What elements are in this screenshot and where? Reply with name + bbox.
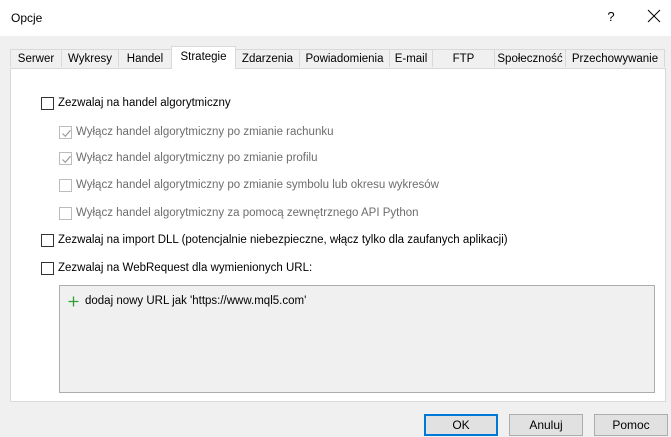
webrequest-label: Zezwalaj na WebRequest dla wymienionych … — [58, 262, 313, 274]
disable-on-profile-option: Wyłącz handel algorytmiczny po zmianie p… — [59, 150, 318, 166]
disable-on-account-option: Wyłącz handel algorytmiczny po zmianie r… — [59, 124, 334, 140]
webrequest-option[interactable]: Zezwalaj na WebRequest dla wymienionych … — [41, 260, 312, 276]
checkmark-icon — [62, 129, 71, 137]
tab-wykresy[interactable]: Wykresy — [61, 49, 119, 67]
cancel-button[interactable]: Anuluj — [509, 414, 583, 436]
tab-powiadomienia[interactable]: Powiadomienia — [299, 49, 390, 67]
add-url-item[interactable]: dodaj nowy URL jak 'https://www.mql5.com… — [68, 295, 306, 307]
dll-import-label: Zezwalaj na import DLL (potencjalnie nie… — [58, 234, 508, 246]
dll-import-checkbox[interactable] — [41, 233, 54, 247]
tab-przechowywanie[interactable]: Przechowywanie — [565, 49, 665, 67]
window-title: Opcje — [11, 11, 43, 25]
algo-trading-label: Zezwalaj na handel algorytmiczny — [58, 97, 231, 109]
algo-trading-option[interactable]: Zezwalaj na handel algorytmiczny — [41, 95, 231, 111]
disable-on-symbol-option: Wyłącz handel algorytmiczny po zmianie s… — [59, 177, 439, 193]
tab-zdarzenia[interactable]: Zdarzenia — [235, 49, 300, 67]
title-bar: Opcje ? — [0, 0, 671, 36]
tab-handel[interactable]: Handel — [118, 49, 172, 67]
dll-import-option[interactable]: Zezwalaj na import DLL (potencjalnie nie… — [41, 232, 508, 248]
url-list[interactable]: dodaj nowy URL jak 'https://www.mql5.com… — [59, 285, 655, 393]
strategies-panel: Zezwalaj na handel algorytmiczny Wyłącz … — [10, 68, 666, 402]
tab-ftp[interactable]: FTP — [432, 49, 495, 67]
disable-on-account-label: Wyłącz handel algorytmiczny po zmianie r… — [76, 126, 334, 138]
help-title-button[interactable]: ? — [604, 9, 618, 24]
close-icon[interactable] — [645, 7, 663, 25]
tab-strategie[interactable]: Strategie — [171, 46, 236, 69]
disable-on-symbol-checkbox — [59, 178, 72, 192]
ok-button[interactable]: OK — [424, 414, 498, 436]
tab-spolecznosc[interactable]: Społeczność — [494, 49, 566, 67]
disable-on-profile-checkbox — [59, 151, 72, 165]
tab-serwer[interactable]: Serwer — [10, 49, 62, 67]
disable-python-checkbox — [59, 206, 72, 220]
disable-on-account-checkbox — [59, 125, 72, 139]
plus-icon — [68, 296, 79, 306]
help-button[interactable]: Pomoc — [594, 414, 668, 436]
algo-trading-checkbox[interactable] — [41, 96, 54, 110]
checkmark-icon — [62, 155, 71, 163]
tab-strip: Serwer Wykresy Handel Strategie Zdarzeni… — [10, 46, 666, 69]
disable-python-label: Wyłącz handel algorytmiczny za pomocą ze… — [76, 207, 419, 219]
tab-email[interactable]: E-mail — [389, 49, 433, 67]
webrequest-checkbox[interactable] — [41, 261, 54, 275]
disable-python-option: Wyłącz handel algorytmiczny za pomocą ze… — [59, 205, 419, 221]
disable-on-profile-label: Wyłącz handel algorytmiczny po zmianie p… — [76, 152, 318, 164]
add-url-label: dodaj nowy URL jak 'https://www.mql5.com… — [85, 295, 307, 307]
disable-on-symbol-label: Wyłącz handel algorytmiczny po zmianie s… — [76, 179, 439, 191]
